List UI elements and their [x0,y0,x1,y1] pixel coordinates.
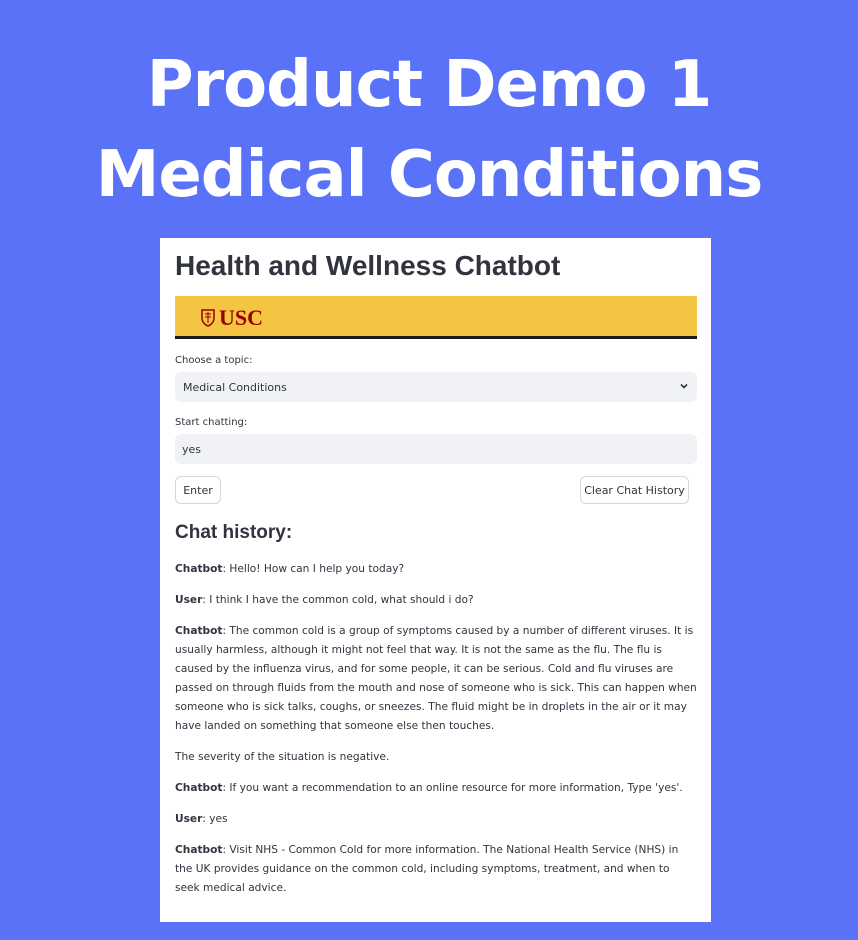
slide-banner: Product Demo 1 Medical Conditions [0,40,858,220]
clear-chat-history-button[interactable]: Clear Chat History [580,476,689,504]
chat-input-label: Start chatting: [175,417,248,428]
chat-message: User: yes [175,810,697,829]
topic-label: Choose a topic: [175,355,253,366]
usc-shield-icon [201,309,215,327]
app-window: Health and Wellness Chatbot USC Choose a… [160,238,711,922]
chat-message-text: : Visit NHS - Common Cold for more infor… [175,844,679,894]
chat-message-text: : yes [202,813,228,825]
chat-message-text: : The common cold is a group of symptoms… [175,625,697,732]
page-title: Health and Wellness Chatbot [175,250,561,281]
logo-banner: USC [175,296,697,339]
chevron-down-icon [679,380,689,394]
chat-message-speaker: User [175,813,203,825]
topic-selected-value: Medical Conditions [183,380,287,394]
chat-message: Chatbot: If you want a recommendation to… [175,779,697,798]
usc-logo: USC [201,305,263,331]
chat-message: User: I think I have the common cold, wh… [175,591,697,610]
chat-message: The severity of the situation is negativ… [175,748,697,767]
chat-message-text: : I think I have the common cold, what s… [202,594,474,606]
chat-message-speaker: Chatbot [175,782,223,794]
chat-message: Chatbot: Visit NHS - Common Cold for mor… [175,841,697,898]
topic-select[interactable]: Medical Conditions [175,372,697,402]
banner-title-line2: Medical Conditions [95,138,764,212]
chat-message-speaker: Chatbot [175,625,223,637]
chat-message-speaker: Chatbot [175,844,223,856]
chat-message: Chatbot: The common cold is a group of s… [175,622,697,736]
chat-message-text: : If you want a recommendation to an onl… [222,782,683,794]
chat-input-value: yes [182,442,202,456]
enter-button[interactable]: Enter [175,476,221,504]
chat-message-speaker: Chatbot [175,563,223,575]
chat-history-title: Chat history: [175,522,293,543]
chat-message-text: : Hello! How can I help you today? [222,563,405,575]
chat-message-speaker: User [175,594,203,606]
chat-message-text: The severity of the situation is negativ… [175,751,390,763]
chat-history: Chatbot: Hello! How can I help you today… [175,560,697,910]
banner-title-line1: Product Demo 1 [146,48,713,122]
chat-input[interactable]: yes [175,434,697,464]
usc-logo-text: USC [219,305,264,330]
chat-message: Chatbot: Hello! How can I help you today… [175,560,697,579]
